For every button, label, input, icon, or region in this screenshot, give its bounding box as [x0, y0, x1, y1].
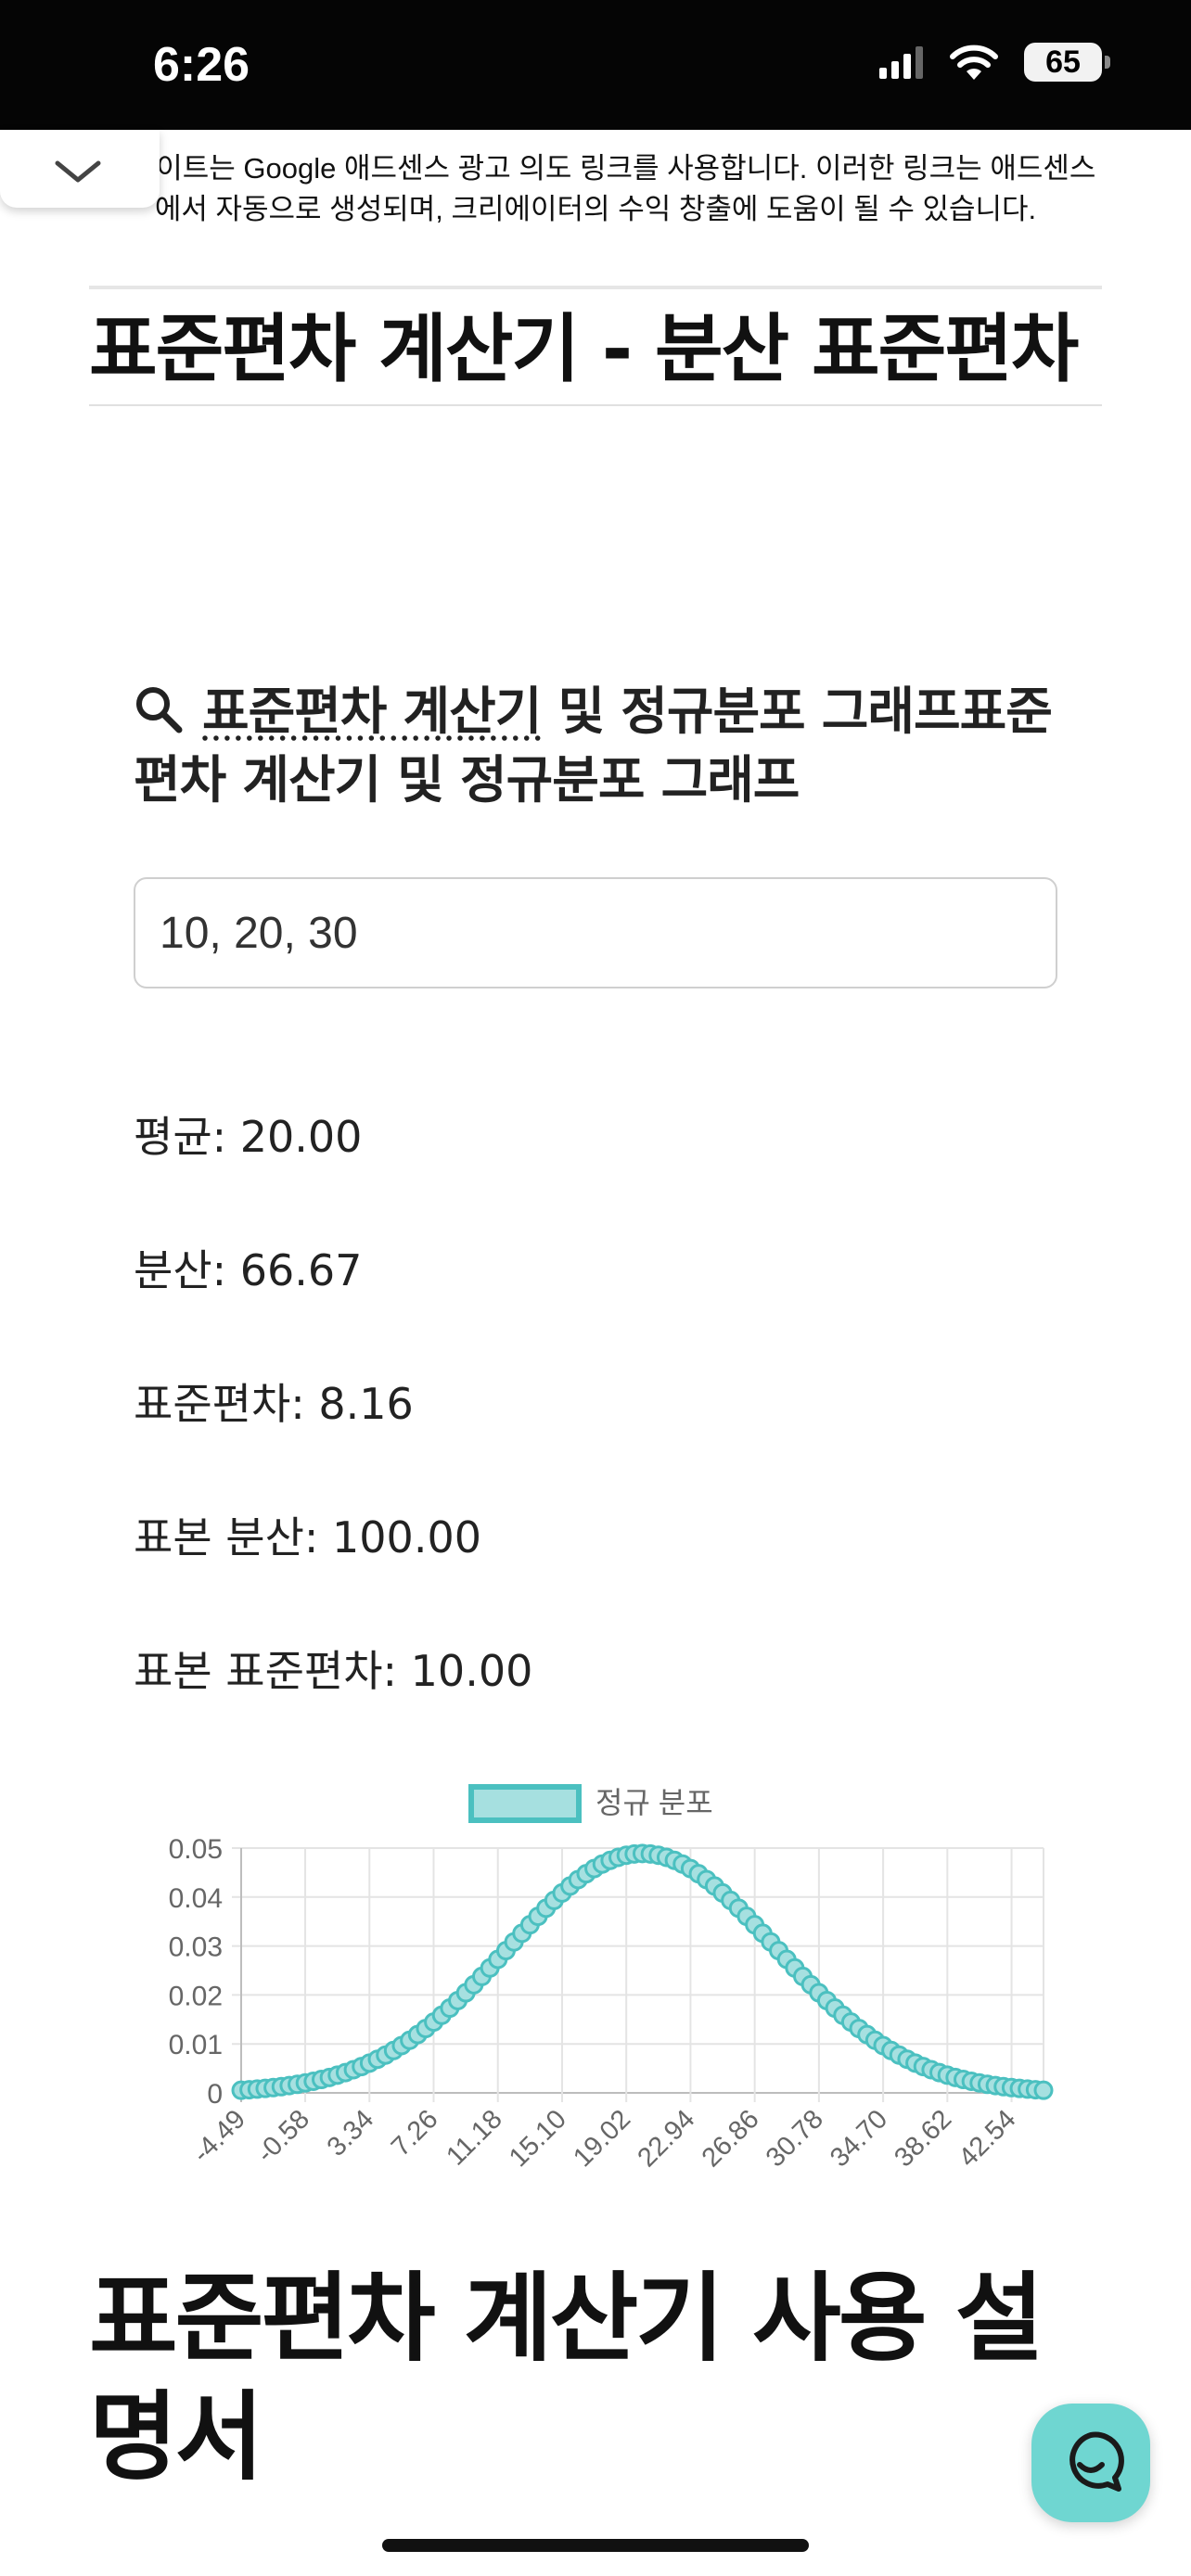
calculator-link[interactable]: 표준편차 계산기: [202, 682, 542, 741]
signal-icon: [879, 46, 923, 79]
x-tick-label: 15.10: [504, 2104, 572, 2173]
y-tick-label: 0.05: [169, 1834, 223, 1865]
status-bar: 6:26 65: [0, 0, 1191, 130]
data-input[interactable]: [134, 877, 1057, 988]
chevron-down-icon: [55, 160, 101, 183]
x-tick-label: 30.78: [761, 2104, 829, 2173]
calculator-heading: 표준편차 계산기 및 정규분포 그래프표준편차 계산기 및 정규분포 그래프: [134, 677, 1080, 814]
x-tick-label: 42.54: [954, 2104, 1022, 2173]
std-dev-result: 표준편차: 8.16: [134, 1379, 414, 1429]
collapse-toggle[interactable]: [0, 130, 160, 208]
x-tick-label: 19.02: [568, 2104, 636, 2173]
ad-notice: 이 사이트는 Google 애드센스 광고 의도 링크를 사용합니다. 이러한 …: [95, 152, 1096, 225]
x-tick-label: 26.86: [697, 2104, 765, 2173]
x-tick-label: 11.18: [441, 2104, 507, 2171]
chat-icon: [1069, 2431, 1124, 2492]
wifi-icon: [950, 45, 998, 80]
chat-button[interactable]: [1031, 2404, 1150, 2522]
search-icon: [136, 686, 183, 733]
divider: [89, 286, 1102, 289]
legend-swatch: [468, 1784, 582, 1823]
x-tick-label: 34.70: [825, 2104, 893, 2173]
y-tick-label: 0.02: [169, 1981, 223, 2011]
mean-result: 평균: 20.00: [134, 1112, 363, 1162]
x-tick-label: 3.34: [322, 2104, 380, 2162]
variance-result: 분산: 66.67: [134, 1245, 363, 1295]
battery-indicator: 65: [1024, 43, 1110, 82]
status-icons: 65: [879, 43, 1110, 82]
x-tick-label: -0.58: [251, 2104, 315, 2168]
sample-std-dev-result: 표본 표준편차: 10.00: [134, 1646, 533, 1696]
x-tick-label: -4.49: [187, 2104, 251, 2168]
x-tick-label: 7.26: [386, 2104, 444, 2162]
home-indicator: [382, 2539, 809, 2552]
sample-variance-result: 표본 분산: 100.00: [134, 1512, 481, 1562]
y-tick-label: 0.04: [169, 1883, 223, 1914]
y-tick-label: 0.01: [169, 2030, 223, 2060]
divider: [89, 404, 1102, 406]
y-tick-label: 0: [207, 2079, 223, 2110]
data-point: [1033, 2080, 1054, 2100]
status-time: 6:26: [153, 38, 250, 92]
legend-label: 정규 분포: [596, 1786, 713, 1819]
normal-distribution-chart: 정규 분포 0.05 0.04 0.03 0.02 0.01 0-4.49 -0.58 3.34…: [169, 1784, 1054, 2173]
x-tick-label: 38.62: [889, 2104, 957, 2173]
distribution-line: [240, 1849, 1044, 2095]
y-tick-label: 0.03: [169, 1932, 223, 1963]
section-title: 표준편차 계산기 사용 설명서: [89, 2262, 1044, 2493]
x-tick-label: 22.94: [632, 2104, 700, 2173]
page-title: 표준편차 계산기 - 분산 표준편차: [89, 306, 1079, 392]
